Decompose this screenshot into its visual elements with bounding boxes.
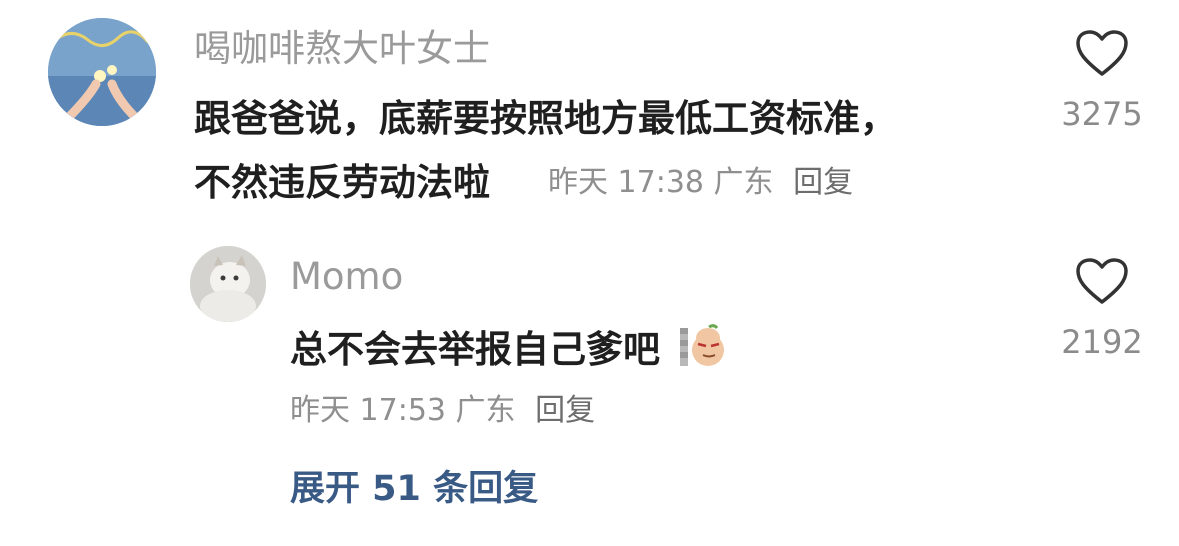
- reply-time: 昨天 17:53: [290, 393, 446, 428]
- reply-text: 总不会去举报自己爹吧: [290, 324, 727, 368]
- reply-text-content: 总不会去举报自己爹吧: [290, 328, 660, 371]
- avatar[interactable]: [48, 18, 156, 126]
- reply-avatar[interactable]: [190, 246, 266, 322]
- reply-button[interactable]: 回复: [793, 165, 853, 200]
- peanut-sticker-icon: [679, 324, 724, 366]
- reply-like-button[interactable]: 2192: [1047, 256, 1157, 358]
- expand-replies-button[interactable]: 展开 51 条回复: [290, 472, 538, 507]
- comment-time: 昨天 17:38: [548, 165, 704, 200]
- comment-location: 广东: [713, 165, 774, 200]
- comment-text-line-2: 不然违反劳动法啦: [194, 161, 490, 204]
- like-button[interactable]: 3275: [1047, 28, 1157, 130]
- heart-outline-icon: [1076, 258, 1128, 304]
- avatar-image: [190, 246, 266, 322]
- avatar-image: [48, 18, 156, 126]
- reply-location: 广东: [455, 393, 516, 428]
- reply-like-count: 2192: [1061, 323, 1143, 361]
- like-count: 3275: [1061, 95, 1143, 133]
- reply-username[interactable]: Momo: [290, 258, 403, 295]
- heart-outline-icon: [1076, 30, 1128, 76]
- comment-text-line-1: 跟爸爸说，底薪要按照地方最低工资标准，: [194, 97, 897, 140]
- reply-to-reply-button[interactable]: 回复: [535, 393, 595, 428]
- comment-username[interactable]: 喝咖啡熬大叶女士: [194, 30, 490, 67]
- reply-meta: 昨天 17:53 广东 回复: [290, 396, 595, 426]
- comment-meta: 昨天 17:38 广东 回复: [548, 168, 853, 198]
